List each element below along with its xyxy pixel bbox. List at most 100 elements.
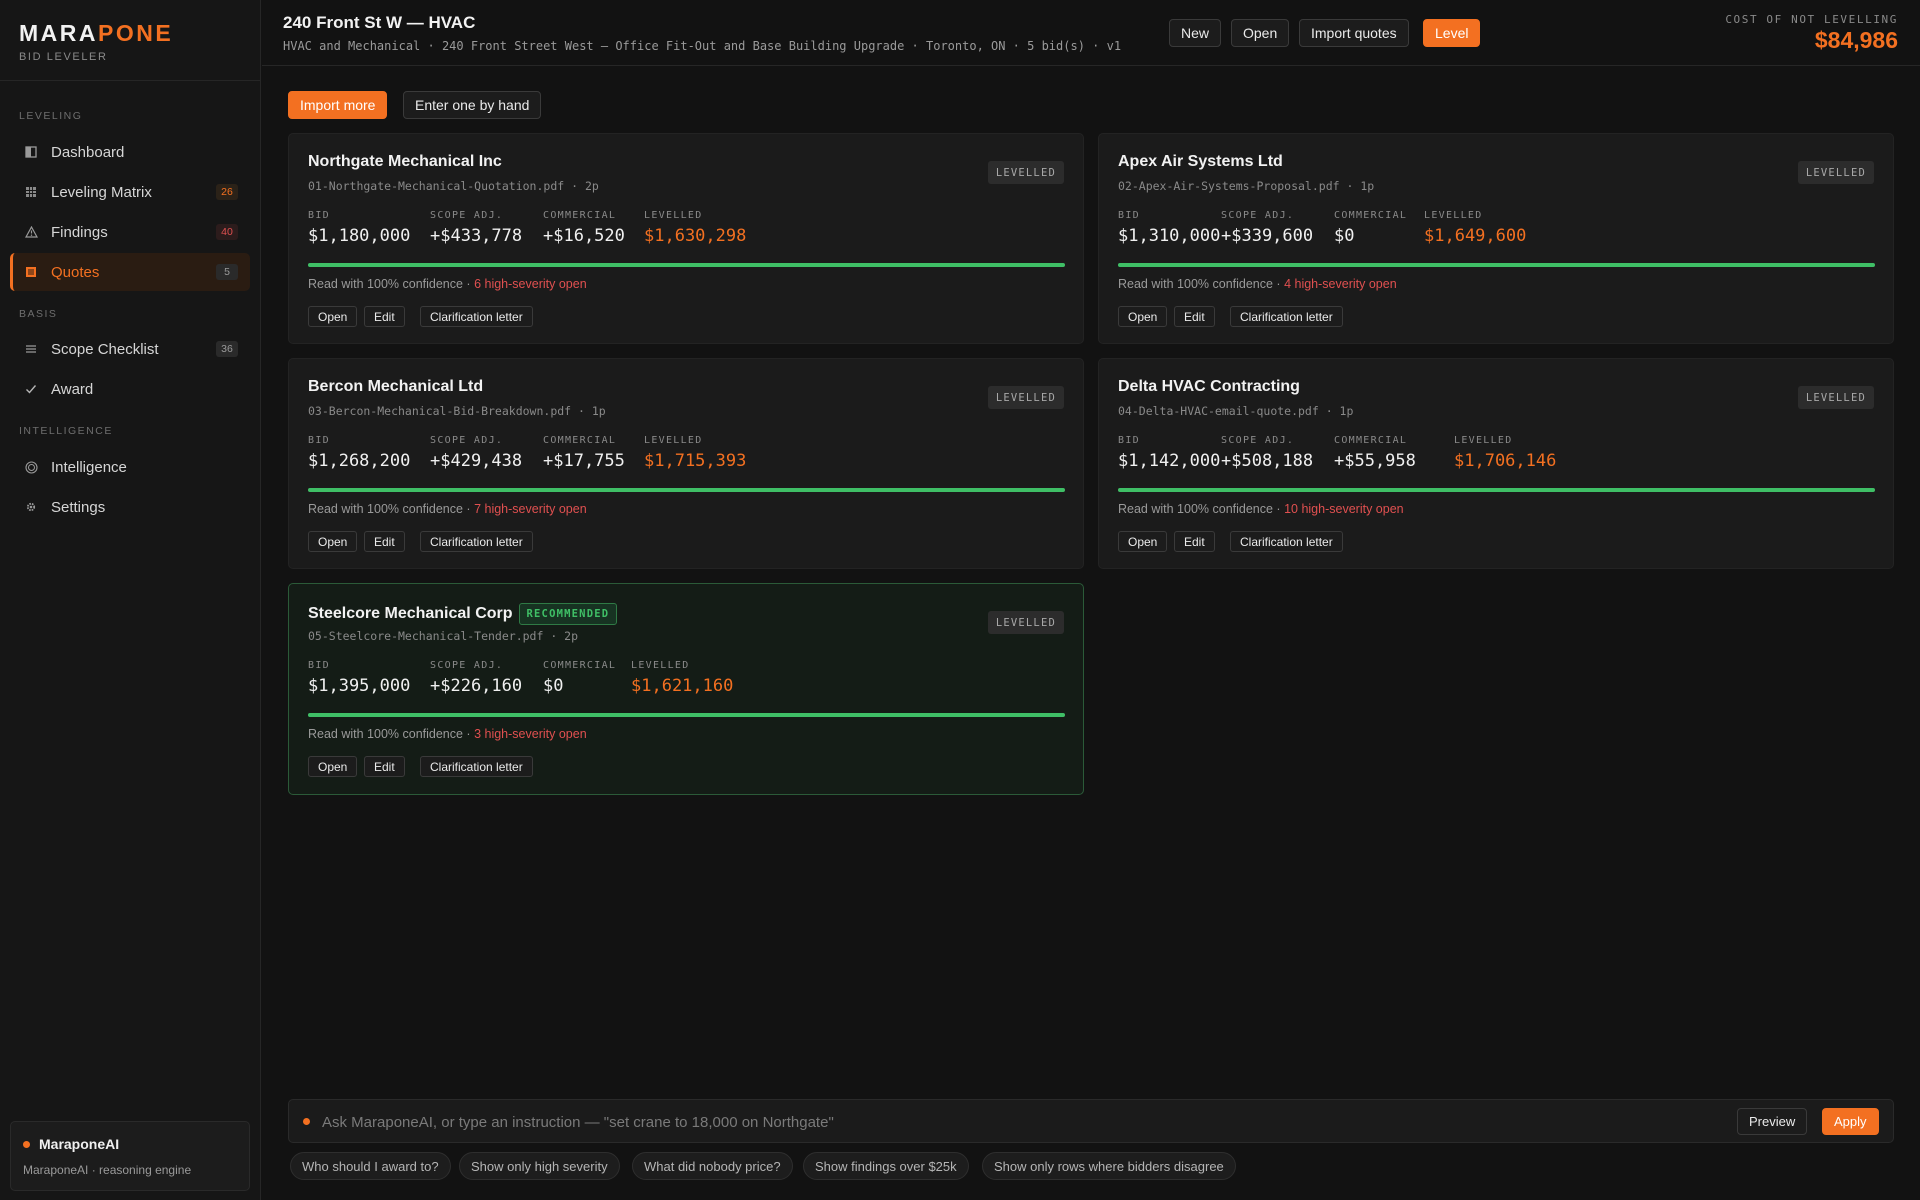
scope-adj-label: SCOPE ADJ.: [430, 210, 504, 221]
preview-button[interactable]: Preview: [1737, 1108, 1808, 1135]
severity-text[interactable]: 7 high-severity open: [474, 502, 587, 516]
suggestion-chip[interactable]: Who should I award to?: [290, 1152, 451, 1180]
bidder-name: Steelcore Mechanical Corp RECOMMENDED: [308, 603, 618, 625]
scope-adj-value: +$339,600: [1221, 226, 1314, 246]
bidder-name: Northgate Mechanical Inc: [308, 153, 502, 170]
scope-adj-label: SCOPE ADJ.: [1221, 435, 1295, 446]
edit-quote-button[interactable]: Edit: [364, 306, 405, 327]
edit-quote-button[interactable]: Edit: [1174, 306, 1215, 327]
sidebar-item-dashboard[interactable]: Dashboard: [10, 133, 250, 171]
check-icon: [24, 382, 38, 396]
confidence-text: Read with 100% confidence · 10 high-seve…: [1118, 502, 1404, 516]
brand-logo[interactable]: MARAPONE: [19, 20, 241, 47]
suggestion-chip[interactable]: Show findings over $25k: [803, 1152, 969, 1180]
bid-label: BID: [308, 210, 330, 221]
status-badge: LEVELLED: [1797, 386, 1874, 409]
scope-adj-value: +$433,778: [430, 226, 523, 246]
suggestion-chip[interactable]: What did nobody price?: [632, 1152, 793, 1180]
levelled-label: LEVELLED: [631, 660, 690, 671]
command-input[interactable]: [322, 1109, 1662, 1135]
clarification-letter-button[interactable]: Clarification letter: [1230, 531, 1343, 552]
sidebar: MARAPONE BID LEVELER LEVELING Dashboard …: [0, 0, 261, 1200]
status-badge: LEVELLED: [987, 611, 1064, 634]
file-name: 02-Apex-Air-Systems-Proposal.pdf · 1p: [1118, 179, 1375, 193]
confidence-bar: [308, 713, 1065, 717]
severity-text[interactable]: 6 high-severity open: [474, 277, 587, 291]
open-quote-button[interactable]: Open: [1118, 306, 1168, 327]
confidence-bar-fill: [1118, 488, 1875, 492]
quote-card[interactable]: Northgate Mechanical Inc 01-Northgate-Me…: [288, 133, 1084, 344]
commercial-label: COMMERCIAL: [1334, 210, 1408, 221]
sidebar-item-findings[interactable]: Findings 40: [10, 213, 250, 251]
sidebar-item-settings[interactable]: Settings: [10, 488, 250, 526]
levelled-value: $1,621,160: [631, 676, 734, 696]
severity-text[interactable]: 10 high-severity open: [1284, 502, 1404, 516]
sidebar-item-scope-checklist[interactable]: Scope Checklist 36: [10, 330, 250, 368]
suggestion-chip[interactable]: Show only rows where bidders disagree: [982, 1152, 1236, 1180]
status-dot-icon: [23, 1140, 30, 1148]
edit-quote-button[interactable]: Edit: [364, 531, 405, 552]
ai-status-panel[interactable]: MaraponeAI MaraponeAI · reasoning engine: [10, 1121, 250, 1191]
levelled-label: LEVELLED: [644, 435, 703, 446]
confidence-bar-fill: [308, 263, 1065, 267]
enter-by-hand-button[interactable]: Enter one by hand: [403, 91, 542, 119]
list-icon: [24, 342, 38, 356]
scope-adj-value: +$429,438: [430, 451, 523, 471]
confidence-bar-fill: [308, 488, 1065, 492]
edit-quote-button[interactable]: Edit: [1174, 531, 1215, 552]
commercial-value: +$55,958: [1334, 451, 1416, 471]
sidebar-item-label: Leveling Matrix: [51, 183, 152, 201]
count-badge: 36: [216, 341, 238, 357]
quote-card[interactable]: Apex Air Systems Ltd 02-Apex-Air-Systems…: [1098, 133, 1894, 344]
commercial-label: COMMERCIAL: [543, 435, 617, 446]
levelled-value: $1,715,393: [644, 451, 747, 471]
levelled-label: LEVELLED: [1424, 210, 1483, 221]
open-quote-button[interactable]: Open: [308, 756, 358, 777]
clarification-letter-button[interactable]: Clarification letter: [420, 531, 533, 552]
sidebar-item-award[interactable]: Award: [10, 370, 250, 408]
level-button[interactable]: Level: [1423, 19, 1481, 47]
edit-quote-button[interactable]: Edit: [364, 756, 405, 777]
commercial-value: +$17,755: [543, 451, 625, 471]
clarification-letter-button[interactable]: Clarification letter: [420, 756, 533, 777]
quote-card[interactable]: Steelcore Mechanical Corp RECOMMENDED 05…: [288, 583, 1084, 795]
new-button[interactable]: New: [1169, 19, 1222, 47]
ai-title: MaraponeAI: [39, 1136, 120, 1152]
open-quote-button[interactable]: Open: [1118, 531, 1168, 552]
open-quote-button[interactable]: Open: [308, 531, 358, 552]
quote-card[interactable]: Delta HVAC Contracting 04-Delta-HVAC-ema…: [1098, 358, 1894, 569]
sidebar-item-label: Intelligence: [51, 458, 127, 476]
clarification-letter-button[interactable]: Clarification letter: [420, 306, 533, 327]
ai-dot-icon: [303, 1118, 310, 1125]
bid-label: BID: [1118, 210, 1140, 221]
sidebar-item-quotes[interactable]: Quotes 5: [10, 253, 250, 291]
sidebar-item-intelligence[interactable]: Intelligence: [10, 448, 250, 486]
cost-value: $84,986: [1814, 27, 1898, 53]
sidebar-item-leveling-matrix[interactable]: Leveling Matrix 26: [10, 173, 250, 211]
levelled-value: $1,630,298: [644, 226, 747, 246]
bid-value: $1,268,200: [308, 451, 411, 471]
open-quote-button[interactable]: Open: [308, 306, 358, 327]
confidence-text: Read with 100% confidence · 4 high-sever…: [1118, 277, 1397, 291]
bid-label: BID: [308, 660, 330, 671]
quote-card[interactable]: Bercon Mechanical Ltd 03-Bercon-Mechanic…: [288, 358, 1084, 569]
levelled-value: $1,649,600: [1424, 226, 1527, 246]
scope-adj-label: SCOPE ADJ.: [430, 435, 504, 446]
scope-adj-value: +$508,188: [1221, 451, 1314, 471]
import-quotes-button[interactable]: Import quotes: [1299, 19, 1409, 47]
header: 240 Front St W — HVAC HVAC and Mechanica…: [262, 0, 1920, 66]
brand: MARAPONE BID LEVELER: [0, 0, 260, 81]
severity-text[interactable]: 3 high-severity open: [474, 727, 587, 741]
dashboard-icon: [24, 145, 38, 159]
open-button[interactable]: Open: [1231, 19, 1290, 47]
suggestion-chip[interactable]: Show only high severity: [459, 1152, 620, 1180]
count-badge: 40: [216, 224, 238, 240]
confidence-text: Read with 100% confidence · 3 high-sever…: [308, 727, 587, 741]
command-bar: Preview Apply: [288, 1099, 1894, 1143]
import-more-button[interactable]: Import more: [288, 91, 388, 119]
apply-button[interactable]: Apply: [1822, 1108, 1879, 1135]
severity-text[interactable]: 4 high-severity open: [1284, 277, 1397, 291]
clarification-letter-button[interactable]: Clarification letter: [1230, 306, 1343, 327]
bid-label: BID: [308, 435, 330, 446]
file-name: 03-Bercon-Mechanical-Bid-Breakdown.pdf ·…: [308, 404, 606, 418]
